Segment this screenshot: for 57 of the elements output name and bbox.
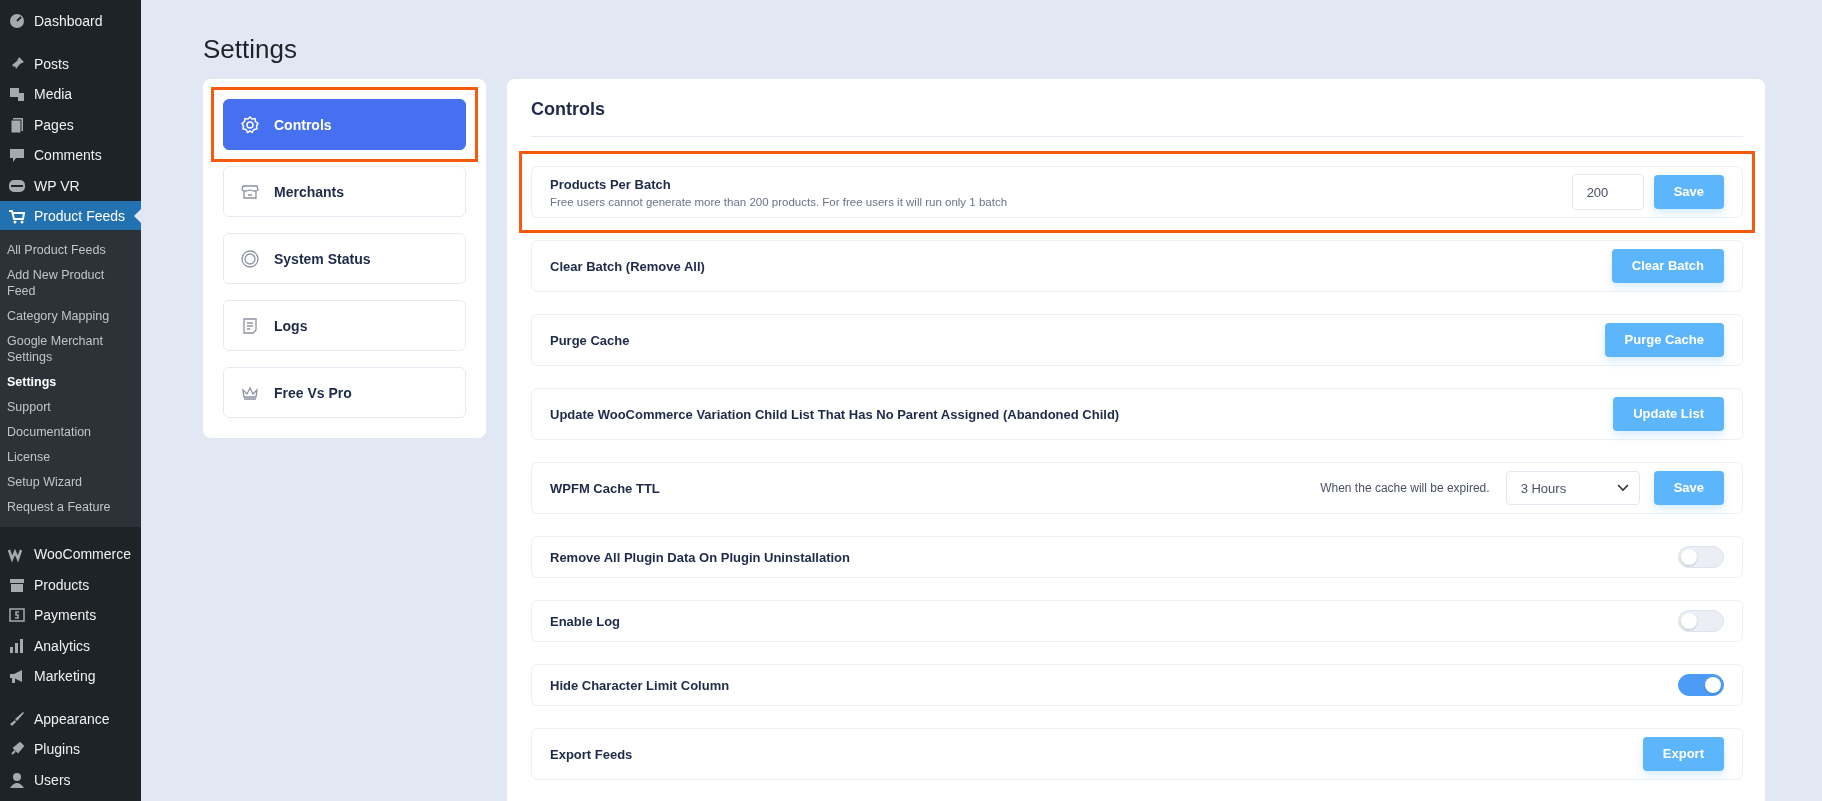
setting-description: Free users cannot generate more than 200 products. For free users it will run only 1 batch [550,195,1009,208]
setting-label: Enable Log [550,613,622,629]
submenu-item[interactable]: Category Mapping [0,303,141,328]
menu-item[interactable]: Payments [0,600,141,631]
setting-label: Hide Character Limit Column [550,677,731,693]
bar-chart-icon [8,636,26,655]
pages-icon [8,115,26,134]
menu-item[interactable]: WooCommerce [0,539,141,570]
setting-label: Update WooCommerce Variation Child List That Has No Parent Assigned (Abandoned Child) [550,406,1121,422]
document-icon [240,315,260,336]
gear-icon [240,114,260,135]
submenu-item[interactable]: Google Merchant Settings [0,328,141,369]
user-icon [8,770,26,789]
media-icon [8,85,26,104]
menu-item[interactable]: Posts [0,48,141,79]
settings-tab[interactable]: System Status [223,233,466,284]
panel-title: Controls [531,93,1743,137]
toggle-switch[interactable] [1678,674,1724,696]
menu-item[interactable]: Plugins [0,734,141,765]
menu-item[interactable]: Dashboard [0,6,141,37]
brush-icon [8,709,26,728]
target-icon [240,248,260,269]
dollar-icon [8,606,26,625]
setting-label: WPFM Cache TTL [550,480,661,496]
menu-item[interactable]: Media [0,79,141,110]
settings-tab[interactable]: Merchants [223,166,466,217]
gauge-icon [8,12,26,31]
dropdown[interactable]: 3 Hours [1505,471,1640,505]
menu-item[interactable]: Users [0,764,141,795]
menu-item[interactable]: Analytics [0,630,141,661]
setting-label: Remove All Plugin Data On Plugin Uninstallation [550,549,851,565]
setting-label: Export Feeds [550,746,634,762]
setting-hint: When the cache will be expired. [1320,481,1490,495]
setting-label: Products Per Batch [550,176,672,192]
submenu-item[interactable]: All Product Feeds [0,237,141,262]
chevron-down-icon [1616,484,1629,492]
submenu-item[interactable]: Setup Wizard [0,469,141,494]
menu-item[interactable]: Marketing [0,661,141,692]
settings-tab[interactable]: Logs [223,300,466,351]
submenu-item[interactable]: Support [0,394,141,419]
menu-item[interactable]: WP VR [0,170,141,201]
setting-label: Clear Batch (Remove All) [550,258,706,274]
menu-item[interactable]: Pages [0,109,141,140]
setting-label: Purge Cache [550,332,631,348]
settings-tab[interactable]: Controls [223,99,466,150]
menu-item[interactable]: Products [0,569,141,600]
page-title: Settings [203,34,297,65]
submenu-item[interactable]: Request a Feature [0,494,141,519]
settings-tab[interactable]: Free Vs Pro [223,367,466,418]
menu-item[interactable]: Product Feeds [0,201,141,230]
submenu-item[interactable]: Settings [0,369,141,394]
submenu-item[interactable]: Add New Product Feed [0,262,141,303]
number-field[interactable]: 200 [1571,174,1644,210]
submenu-item[interactable]: Documentation [0,419,141,444]
submenu-item[interactable]: License [0,444,141,469]
menu-item[interactable]: Comments [0,140,141,171]
menu-item[interactable]: Appearance [0,703,141,734]
